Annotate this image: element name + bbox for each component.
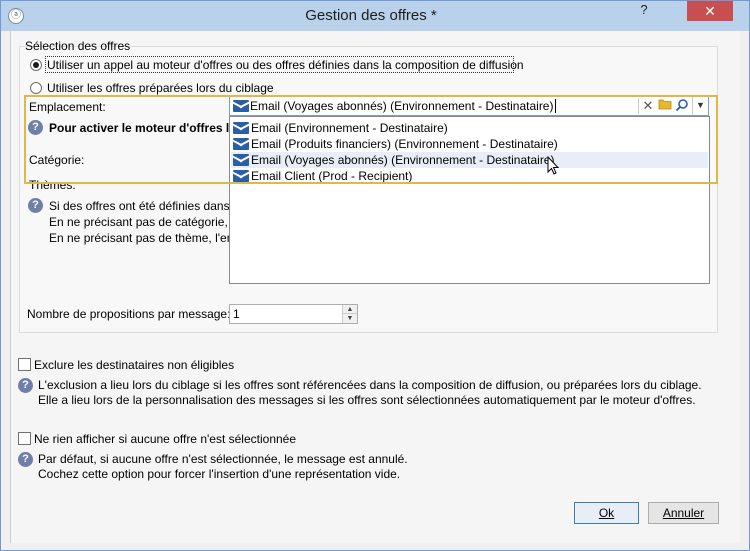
nothing-help-line: Cochez cette option pour forcer l'insert…	[38, 467, 401, 481]
nothing-checkbox[interactable]	[18, 432, 31, 445]
cancel-button[interactable]: Annuler	[648, 502, 719, 524]
mouse-cursor-icon	[547, 156, 560, 175]
stepper-up-icon[interactable]: ▲	[343, 305, 357, 314]
exclude-help-line: L'exclusion a lieu lors du ciblage si le…	[38, 378, 702, 392]
radio-prepared[interactable]	[30, 82, 42, 94]
offers-help-line: Si des offres ont été définies dans la	[49, 199, 243, 213]
propositions-value[interactable]: 1	[233, 307, 240, 321]
highlight-frame	[24, 95, 718, 184]
ok-button-label: Ok	[598, 506, 615, 520]
help-icon: ?	[28, 198, 43, 213]
propositions-label: Nombre de propositions par message:	[27, 307, 231, 321]
stepper-down-icon[interactable]: ▼	[343, 314, 357, 323]
title-bar: ⓐ Gestion des offres * ? ✕	[1, 1, 749, 31]
help-icon: ?	[18, 452, 33, 467]
close-button[interactable]: ✕	[687, 1, 733, 21]
radio-engine-label[interactable]: Utiliser un appel au moteur d'offres ou …	[47, 58, 524, 72]
nothing-label[interactable]: Ne rien afficher si aucune offre n'est s…	[34, 432, 296, 446]
exclude-label[interactable]: Exclure les destinataires non éligibles	[34, 358, 234, 372]
window-title: Gestion des offres *	[305, 7, 437, 24]
cancel-button-label: Annuler	[662, 506, 705, 520]
propositions-stepper[interactable]: 1 ▲ ▼	[229, 304, 358, 324]
dialog-content: Sélection des offres Utiliser un appel a…	[10, 31, 740, 543]
ok-button[interactable]: Ok	[574, 502, 639, 524]
offers-help-line: En ne précisant pas de thème, l'ens	[49, 231, 240, 245]
nothing-help-line: Par défaut, si aucune offre n'est sélect…	[38, 452, 408, 466]
exclude-help-line: Elle a lieu lors de la personnalisation …	[38, 393, 696, 407]
radio-prepared-label[interactable]: Utiliser les offres préparées lors du ci…	[47, 81, 274, 95]
stepper-arrows[interactable]: ▲ ▼	[342, 305, 357, 323]
selection-legend: Sélection des offres	[25, 39, 131, 53]
dialog-window: ⓐ Gestion des offres * ? ✕ Sélection des…	[0, 0, 750, 551]
help-button[interactable]: ?	[631, 1, 657, 21]
exclude-checkbox[interactable]	[18, 358, 31, 371]
help-icon: ?	[18, 378, 33, 393]
radio-engine[interactable]	[30, 59, 42, 71]
offers-help-line: En ne précisant pas de catégorie, l'e	[49, 215, 243, 229]
